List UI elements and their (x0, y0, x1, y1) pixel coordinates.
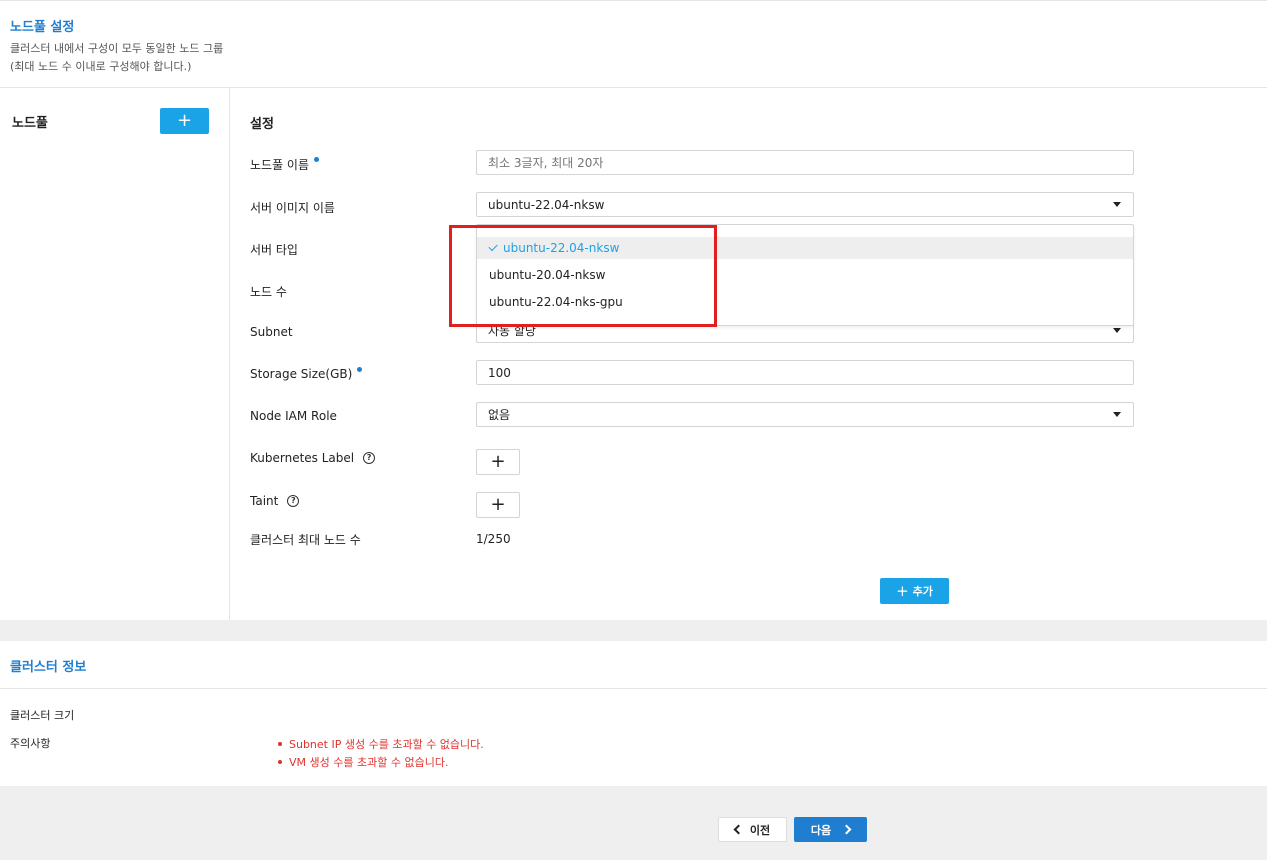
description-line-1: 클러스터 내에서 구성이 모두 동일한 노드 그룹 (10, 42, 224, 55)
node-count-label: 노드 수 (250, 283, 287, 300)
nodepool-list-panel: 노드풀 + (0, 88, 230, 620)
storage-size-label: Storage Size(GB) (250, 366, 363, 381)
bullet-icon (278, 742, 282, 746)
taint-label-text: Taint (250, 494, 279, 508)
caret-down-icon (1113, 202, 1121, 207)
add-kubernetes-label-button[interactable]: + (476, 449, 520, 475)
cluster-max-nodes-label-text: 클러스터 최대 노드 수 (250, 533, 361, 547)
description-line-2: (최대 노드 수 이내로 구성해야 합니다.) (10, 60, 192, 73)
server-type-label-text: 서버 타입 (250, 243, 298, 257)
dropdown-option-label: ubuntu-22.04-nks-gpu (489, 295, 623, 309)
caret-down-icon (1113, 328, 1121, 333)
add-taint-button[interactable]: + (476, 492, 520, 518)
nodepool-settings-header: 노드풀 설정 클러스터 내에서 구성이 모두 동일한 노드 그룹 (최대 노드 … (0, 0, 1267, 88)
node-iam-role-select[interactable]: 없음 (476, 402, 1134, 427)
dropdown-option[interactable]: ubuntu-22.04-nksw (477, 237, 1133, 259)
footer-bar (0, 786, 1267, 860)
server-image-dropdown: ubuntu-22.04-nksw ubuntu-20.04-nksw ubun… (476, 224, 1134, 326)
page-title: 노드풀 설정 (10, 20, 75, 35)
check-icon (488, 241, 498, 251)
dropdown-option-label: ubuntu-20.04-nksw (489, 268, 606, 282)
server-type-label: 서버 타입 (250, 241, 298, 258)
cluster-max-nodes-value: 1/250 (476, 532, 511, 546)
nodepool-name-input[interactable] (476, 150, 1134, 175)
dropdown-option[interactable]: ubuntu-22.04-nks-gpu (477, 291, 1133, 313)
previous-label: 이전 (749, 823, 771, 837)
nodepool-name-label-text: 노드풀 이름 (250, 158, 310, 172)
node-count-label-text: 노드 수 (250, 285, 287, 299)
storage-size-input[interactable]: 100 (476, 360, 1134, 385)
warning-item: VM 생성 수를 초과할 수 없습니다. (278, 754, 448, 770)
warning-text: VM 생성 수를 초과할 수 없습니다. (289, 756, 449, 769)
required-indicator (357, 366, 363, 372)
page-description: 클러스터 내에서 구성이 모두 동일한 노드 그룹 (최대 노드 수 이내로 구… (10, 40, 223, 76)
caret-down-icon (1113, 412, 1121, 417)
server-image-label: 서버 이미지 이름 (250, 199, 335, 216)
divider (0, 688, 1267, 689)
settings-panel: 설정 노드풀 이름 서버 이미지 이름 ubuntu-22.04-nksw 서버… (230, 88, 1267, 620)
dropdown-option-label: ubuntu-22.04-nksw (503, 241, 620, 255)
taint-label: Taint ? (250, 494, 300, 508)
subnet-label-text: Subnet (250, 325, 293, 339)
next-label: 다음 (810, 823, 832, 837)
section-separator (0, 620, 1267, 641)
node-iam-role-label-text: Node IAM Role (250, 409, 337, 423)
warning-text: Subnet IP 생성 수를 초과할 수 없습니다. (289, 738, 484, 751)
cluster-max-nodes-label: 클러스터 최대 노드 수 (250, 531, 361, 548)
settings-title: 설정 (250, 117, 274, 132)
node-iam-role-label: Node IAM Role (250, 409, 337, 423)
help-icon[interactable]: ? (363, 452, 376, 464)
next-button[interactable]: 다음 (794, 817, 867, 842)
required-indicator (314, 157, 320, 162)
previous-button[interactable]: 이전 (718, 817, 787, 842)
server-image-value: ubuntu-22.04-nksw (488, 197, 605, 212)
cluster-info-title: 클러스터 정보 (10, 660, 87, 675)
dropdown-option[interactable]: ubuntu-20.04-nksw (477, 264, 1133, 286)
add-button-label: 추가 (912, 585, 933, 598)
plus-icon: + (896, 581, 909, 600)
nodepool-name-label: 노드풀 이름 (250, 156, 320, 173)
server-image-label-text: 서버 이미지 이름 (250, 201, 335, 215)
chevron-right-icon (841, 824, 852, 835)
kubernetes-label-label-text: Kubernetes Label (250, 451, 355, 465)
subnet-label: Subnet (250, 325, 293, 339)
storage-size-value: 100 (488, 365, 511, 380)
add-nodepool-button[interactable]: + (160, 108, 209, 134)
server-image-select[interactable]: ubuntu-22.04-nksw (476, 192, 1134, 217)
warning-item: Subnet IP 생성 수를 초과할 수 없습니다. (278, 736, 484, 752)
bullet-icon (278, 760, 282, 764)
kubernetes-label-label: Kubernetes Label ? (250, 451, 376, 465)
nodepool-label: 노드풀 (12, 116, 48, 131)
notes-label: 주의사항 (10, 737, 51, 750)
chevron-left-icon (733, 824, 744, 835)
help-icon[interactable]: ? (287, 495, 300, 507)
node-iam-role-value: 없음 (488, 408, 511, 422)
add-nodepool-submit-button[interactable]: + 추가 (880, 578, 949, 604)
storage-size-label-text: Storage Size(GB) (250, 367, 353, 381)
cluster-size-label: 클러스터 크기 (10, 709, 75, 722)
